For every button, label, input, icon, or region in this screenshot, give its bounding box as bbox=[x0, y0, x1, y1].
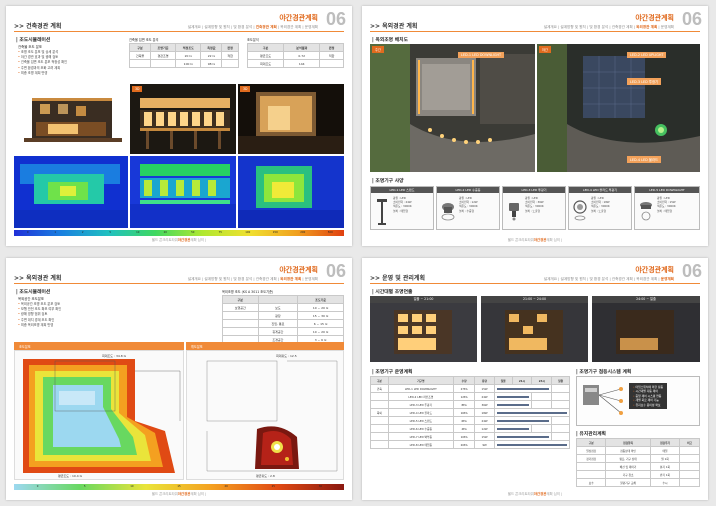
site-plan-night: 야간 bbox=[537, 44, 700, 172]
page-footer: 올드 콘크리트타워야간경관계획 심의 | bbox=[507, 238, 563, 242]
chapter-title: 야간경관계획 bbox=[635, 14, 674, 22]
table-caption: 조도분석 bbox=[247, 38, 259, 42]
control-notes: 타임스위치에 의한 점등시간대별 자동 제어중앙 제어 시스템 연동개별 회로 … bbox=[629, 383, 668, 410]
page-architecture-lighting: 야간경관계획 06 설계개요 | 설계방향 및 원칙 | 빛 환경 분석 | 건… bbox=[6, 6, 352, 246]
table-caption: 옥외조명 조도 (KS A 3011 조도기준) bbox=[222, 290, 274, 294]
illuminance-map bbox=[14, 350, 184, 480]
breadcrumb: 설계개요 | 설계방향 및 원칙 | 빛 환경 분석 | 건축경관 계획 | 옥… bbox=[543, 277, 674, 281]
building-render-night-right: 3D bbox=[238, 84, 344, 154]
breadcrumb: 설계개요 | 설계방향 및 원칙 | 빛 환경 분석 | 건축경관 계획 | 옥… bbox=[187, 25, 318, 29]
operation-table: 구분 기구명 수량 용량 일몰 21시 24시 일출 건축 LED-1 LED DOWNLIG… bbox=[370, 376, 571, 449]
fixture-card: LED-4 LED 볼라드 투광기 광원 : LED 소비전력 : 18W 색온도 … bbox=[568, 186, 632, 230]
subsection-title: | 조명기구 사양 bbox=[372, 179, 404, 184]
divider bbox=[370, 283, 700, 284]
subsection-title: | 시간대별 조명연출 bbox=[372, 290, 413, 295]
divider bbox=[370, 31, 700, 32]
breadcrumb: 설계개요 | 설계방향 및 원칙 | 빛 환경 분석 | 건축경관 계획 | 옥… bbox=[543, 25, 674, 29]
illuminance-false-color-right bbox=[238, 156, 344, 228]
fixture-icon bbox=[573, 200, 587, 221]
bullet-list: 옥외공간 조명 조도 분포 검토보행 안전 조도 확보 여부 확인광해 영향 범… bbox=[18, 302, 61, 328]
render-label: 3D bbox=[132, 86, 143, 92]
subsection-title: | 조도시뮬레이션 bbox=[16, 290, 51, 295]
page-outdoor-lighting-layout: 야간경관계획 06 설계개요 | 설계방향 및 원칙 | 빛 환경 분석 | 건… bbox=[362, 6, 708, 246]
fixture-card: LED-3 LED 투광기 광원 : LED 소비전력 : 36W 색온도 : 30… bbox=[502, 186, 566, 230]
subsection-title: | 조명기구 운영계획 bbox=[372, 370, 413, 375]
chapter-number: 06 bbox=[325, 261, 346, 281]
annotation: 최대조도 : 34.8 lx bbox=[102, 354, 127, 358]
illuminance-scale-bar: 0 5 10 15 20 25 30 bbox=[14, 484, 344, 490]
fixture-icon bbox=[640, 202, 652, 221]
fixture-icon bbox=[377, 199, 387, 225]
time-scene-1: 일몰 ~ 21:00 bbox=[370, 296, 477, 362]
illuminance-false-color-left bbox=[14, 156, 128, 228]
panel-label: 조도분포 bbox=[19, 345, 31, 349]
chapter-title: 야간경관계획 bbox=[279, 266, 318, 274]
breadcrumb: 설계개요 | 설계방향 및 원칙 | 빛 환경 분석 | 건축경관 계획 | 옥… bbox=[187, 277, 318, 281]
section-title: >> 건축경관 계획 bbox=[14, 23, 62, 30]
panel-header-right bbox=[186, 342, 344, 350]
page-operation-plan: 야간경관계획 06 설계개요 | 설계방향 및 원칙 | 빛 환경 분석 | 건… bbox=[362, 258, 708, 500]
fixture-icon bbox=[509, 203, 519, 221]
divider bbox=[14, 283, 344, 284]
time-label: 24:00 ~ 일출 bbox=[592, 296, 700, 303]
page-footer: 올드 콘크리트타워야간경관계획 심의 | bbox=[151, 238, 207, 242]
annotation: 평균조도 : 10.4 lx bbox=[58, 474, 83, 478]
illuminance-false-color-center bbox=[130, 156, 236, 228]
time-label: 21:00 ~ 24:00 bbox=[481, 296, 588, 303]
control-system-diagram: 타임스위치에 의한 점등시간대별 자동 제어중앙 제어 시스템 연동개별 회로 … bbox=[576, 376, 700, 426]
plan-label: 주간 bbox=[372, 46, 384, 53]
site-plan-day: 주간 bbox=[370, 44, 535, 172]
chapter-title: 야간경관계획 bbox=[635, 266, 674, 274]
subsection-title: | 조명기구 점등시스템 계획 bbox=[576, 370, 632, 375]
time-scene-3: 24:00 ~ 일출 bbox=[592, 296, 700, 362]
callout-led-1: LED-1 LED DOWNLIGHT bbox=[458, 52, 505, 58]
subsection-caption: 건축물 조도 분포 bbox=[18, 45, 42, 49]
callout-led-3: LED-3 LED 투광기 bbox=[627, 78, 662, 85]
chapter-number: 06 bbox=[325, 9, 346, 29]
fixture-card: LED-5 LED DOWNLIGHT 광원 : LED 소비전력 : 15W 색온… bbox=[634, 186, 700, 230]
section-title: >> 옥외경관 계획 bbox=[370, 23, 418, 30]
panel-header-left bbox=[14, 342, 184, 350]
subsection-caption: 옥외공간 조도분포 bbox=[18, 297, 45, 301]
plan-label: 야간 bbox=[539, 46, 551, 53]
subsection-title: | 옥외조명 배치도 bbox=[372, 38, 408, 43]
page-outdoor-illuminance: 야간경관계획 06 설계개요 | 설계방향 및 원칙 | 빛 환경 분석 | 건… bbox=[6, 258, 352, 500]
subsection-title: | 유지관리계획 bbox=[576, 432, 606, 437]
subsection-title: | 조도시뮬레이션 bbox=[16, 38, 51, 43]
fixture-card: LED-2 LED 수중등 광원 : LED 소비전력 : 12W 색온도 : 30… bbox=[436, 186, 500, 230]
fixture-icon bbox=[441, 203, 455, 221]
table-caption: 건축물 입면 조도 분석 bbox=[129, 38, 159, 42]
control-panel-icon bbox=[583, 385, 623, 415]
time-scene-2: 21:00 ~ 24:00 bbox=[481, 296, 588, 362]
chapter-number: 06 bbox=[681, 261, 702, 281]
building-render-night-center: 3D bbox=[130, 84, 236, 154]
page-footer: 올드 콘크리트타워야간경관계획 심의 | bbox=[507, 492, 563, 496]
analysis-table: 구분 분석결과 판정 평균조도 0.72 적합 최대조도 144 bbox=[246, 43, 344, 68]
building-render-night-left bbox=[14, 84, 128, 154]
luminance-map bbox=[186, 350, 344, 480]
maintenance-table: 구분 점검항목 점검주기 비고 일상점검 점등상태 확인 매일 정기점검 램프, 기구 상태… bbox=[575, 438, 700, 487]
chapter-title: 야간경관계획 bbox=[279, 14, 318, 22]
callout-led-4: LED-4 LED 볼라드 bbox=[627, 156, 662, 163]
callout-led-2: LED-2 LED UPLIGHT bbox=[627, 52, 667, 58]
bullet-list: 조명 조도 분포 및 상세 분석야간 경관 효과 및 광해 검토건축물 입면 조… bbox=[18, 50, 67, 76]
annotation: 최대휘도 : 12.5 bbox=[276, 354, 297, 358]
section-title: >> 운영 및 관리계획 bbox=[370, 275, 425, 282]
page-footer: 올드 콘크리트타워야간경관계획 심의 | bbox=[151, 492, 207, 496]
fixture-card: LED-1 LED 스탠드 광원 : LED 소비전력 : 24W 색온도 : 30… bbox=[370, 186, 434, 230]
illuminance-standard-table: 구분 조도기준 보행공간 보도 10 ~ 20 lx 광장 15 ~ 30 lx 진입,… bbox=[222, 295, 344, 344]
time-label: 일몰 ~ 21:00 bbox=[370, 296, 477, 303]
illuminance-table: 구분 조명기준 적정조도 측정값 판정 건축물 경관조명 20 lx 22 lx 적합 100 … bbox=[129, 43, 239, 68]
section-title: >> 옥외경관 계획 bbox=[14, 275, 62, 282]
illuminance-scale-bar: 0 1 2 5 10 20 50 75 100 150 200 500 bbox=[14, 230, 344, 236]
panel-label: 휘도분포 bbox=[191, 345, 203, 349]
chapter-number: 06 bbox=[681, 9, 702, 29]
annotation: 평균휘도 : 2.8 bbox=[256, 474, 275, 478]
divider bbox=[14, 31, 344, 32]
render-label: 3D bbox=[240, 86, 251, 92]
